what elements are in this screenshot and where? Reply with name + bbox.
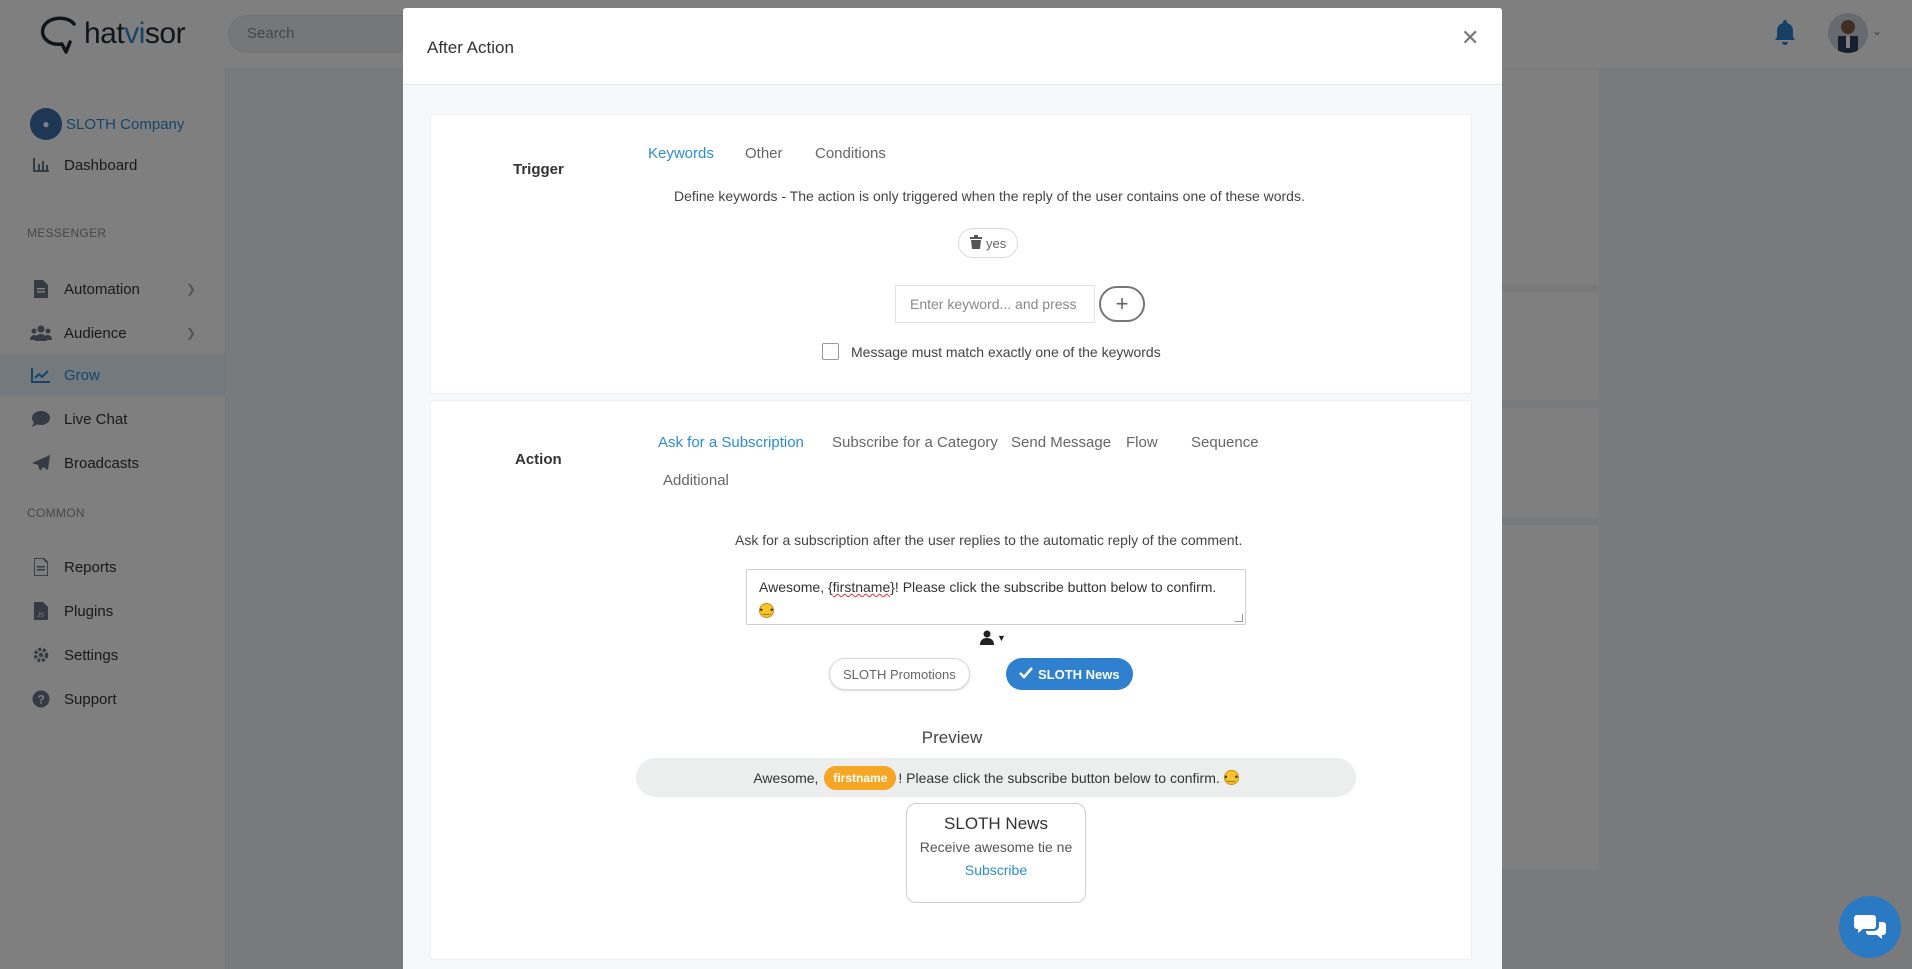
- firstname-variable-badge: firstname: [824, 765, 897, 790]
- category-pill-promotions[interactable]: SLOTH Promotions: [829, 658, 970, 690]
- message-text-post: }! Please click the subscribe button bel…: [890, 579, 1217, 595]
- preview-card-title: SLOTH News: [944, 814, 1048, 833]
- smile-emoji-icon: •‿•: [1223, 770, 1239, 785]
- close-icon[interactable]: ✕: [1461, 25, 1479, 51]
- add-keyword-button[interactable]: +: [1099, 286, 1145, 322]
- chat-bubbles-icon: [1854, 915, 1886, 939]
- exact-match-label: Message must match exactly one of the ke…: [851, 343, 1161, 360]
- tab-ask-for-subscription[interactable]: Ask for a Subscription: [658, 434, 804, 451]
- preview-title: Preview: [921, 728, 983, 747]
- keyword-chip[interactable]: yes: [958, 228, 1019, 258]
- exact-match-option[interactable]: Message must match exactly one of the ke…: [822, 343, 1161, 360]
- category-pill-label: SLOTH News: [1038, 666, 1120, 682]
- action-description: Ask for a subscription after the user re…: [735, 532, 1243, 548]
- exact-match-checkbox[interactable]: [822, 343, 839, 360]
- tab-flow[interactable]: Flow: [1126, 434, 1158, 451]
- subscribe-button[interactable]: Subscribe: [907, 862, 1085, 878]
- message-textarea[interactable]: Awesome, {firstname}! Please click the s…: [746, 569, 1246, 625]
- tab-send-message[interactable]: Send Message: [1011, 434, 1111, 451]
- tab-subscribe-for-category[interactable]: Subscribe for a Category: [832, 434, 998, 451]
- plus-icon: +: [1115, 291, 1129, 316]
- after-action-modal: After Action ✕ Trigger Keywords Other Co…: [403, 8, 1502, 969]
- action-label: Action: [515, 451, 562, 468]
- preview-text-post: ! Please click the subscribe button belo…: [898, 769, 1220, 786]
- message-text-variable: firstname: [832, 579, 891, 595]
- smile-emoji-icon: •‿•: [759, 603, 774, 618]
- trigger-description: Define keywords - The action is only tri…: [674, 188, 1305, 204]
- trigger-panel: Trigger Keywords Other Conditions Define…: [430, 114, 1472, 394]
- preview-subscription-card: SLOTH News Receive awesome tie ne Subscr…: [906, 803, 1086, 903]
- category-pill-label: SLOTH Promotions: [843, 666, 956, 682]
- trigger-label: Trigger: [513, 161, 564, 178]
- preview-card-subtitle: Receive awesome tie ne: [919, 839, 1073, 855]
- resize-handle[interactable]: [1235, 614, 1243, 622]
- caret-down-icon: ▼: [997, 632, 1006, 643]
- tab-additional[interactable]: Additional: [663, 472, 729, 489]
- tab-sequence[interactable]: Sequence: [1191, 434, 1259, 451]
- trash-icon[interactable]: [970, 234, 982, 252]
- category-pill-news[interactable]: SLOTH News: [1006, 658, 1133, 690]
- user-icon: [980, 630, 994, 645]
- tab-other[interactable]: Other: [745, 145, 783, 162]
- preview-message-bubble: Awesome, firstname ! Please click the su…: [636, 758, 1356, 797]
- action-panel: Action Ask for a Subscription Subscribe …: [430, 400, 1472, 960]
- live-chat-button[interactable]: [1839, 896, 1901, 958]
- tab-keywords[interactable]: Keywords: [648, 145, 714, 162]
- checkmark-icon: [1019, 666, 1033, 682]
- modal-title: After Action: [427, 38, 514, 57]
- insert-variable-button[interactable]: ▼: [980, 630, 1006, 645]
- tab-conditions[interactable]: Conditions: [815, 145, 886, 162]
- preview-text-pre: Awesome,: [753, 769, 823, 786]
- keyword-input[interactable]: [895, 285, 1095, 323]
- modal-header: After Action ✕: [403, 8, 1502, 85]
- keyword-chip-label: yes: [986, 235, 1007, 251]
- message-text-pre: Awesome, {: [759, 579, 833, 595]
